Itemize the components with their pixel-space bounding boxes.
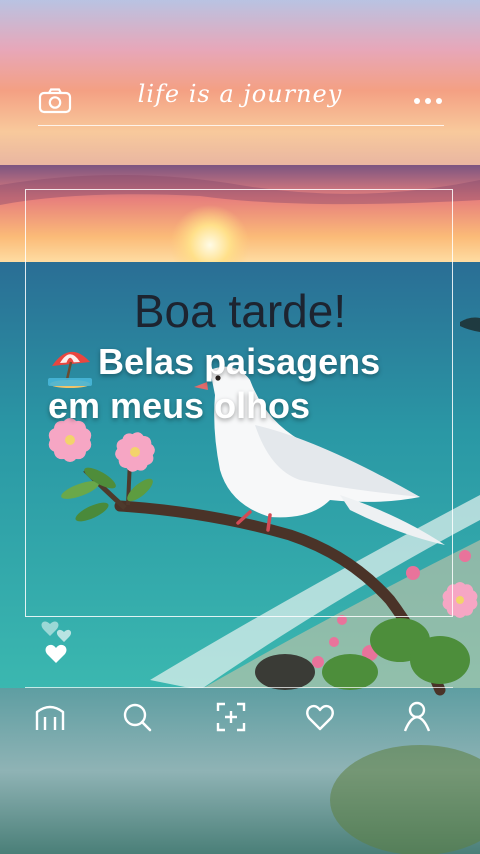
heart-icon[interactable]	[44, 642, 68, 664]
more-dots-icon[interactable]	[411, 95, 445, 107]
caption-line-1: Belas paisagens	[98, 341, 381, 382]
greeting-text: Boa tarde!	[133, 285, 347, 337]
home-icon[interactable]	[33, 700, 67, 734]
app-brand-title: life is a journey	[137, 80, 343, 108]
beach-umbrella-icon	[48, 351, 92, 388]
heart-outline-icon[interactable]	[303, 700, 337, 734]
caption-line-2: em meus olhos	[48, 385, 311, 426]
header-divider	[38, 125, 444, 126]
post-caption: Belas paisagens em meus olhos	[46, 340, 466, 428]
add-square-icon[interactable]	[214, 700, 248, 734]
floating-hearts-icon	[41, 621, 72, 642]
profile-icon[interactable]	[400, 700, 434, 734]
app-header: life is a journey	[0, 0, 480, 165]
search-icon[interactable]	[120, 700, 154, 734]
